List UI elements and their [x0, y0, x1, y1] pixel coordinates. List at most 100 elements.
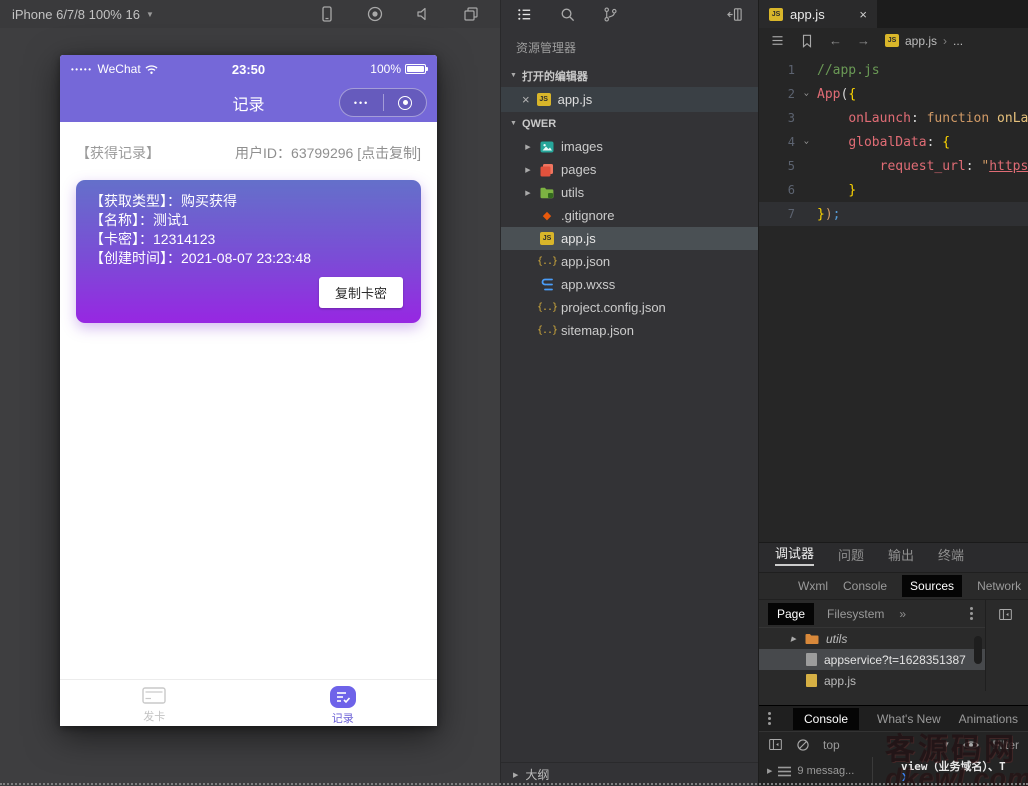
tree-item-images[interactable]: ▶ images	[501, 135, 758, 158]
tree-item-gitignore[interactable]: ◆ .gitignore	[501, 204, 758, 227]
forward-icon[interactable]: →	[857, 33, 870, 48]
tab-console[interactable]: Console	[843, 579, 887, 593]
tree-item-utils[interactable]: ▶ utils	[501, 181, 758, 204]
card-icon	[141, 686, 167, 706]
tab-records-label: 记录	[332, 710, 354, 726]
close-tab-icon[interactable]: ×	[859, 7, 867, 22]
json-file-icon: {..}	[537, 302, 557, 313]
capsule-divider	[383, 94, 384, 111]
tab-animations[interactable]: Animations	[959, 712, 1018, 726]
more-menu-button[interactable]: •••	[354, 98, 369, 108]
sources-tree-label: app.js	[824, 674, 856, 688]
sources-tree-label: utils	[826, 632, 847, 646]
tree-item-app-json[interactable]: {..} app.json	[501, 250, 758, 273]
collapse-sidebar-icon[interactable]	[726, 6, 743, 23]
file-icon	[806, 653, 817, 666]
file-icon	[806, 674, 817, 687]
editor-tabbar: JS app.js ×	[759, 0, 1028, 28]
tab-wxml[interactable]: Wxml	[798, 579, 828, 593]
fold-icon[interactable]: ›	[795, 89, 817, 100]
fold-icon[interactable]: ›	[795, 137, 817, 148]
outline-icon[interactable]	[770, 33, 785, 48]
tab-records[interactable]: 记录	[249, 680, 438, 726]
tab-problems[interactable]: 问题	[838, 545, 864, 566]
tree-item-sitemap[interactable]: {..} sitemap.json	[501, 319, 758, 342]
js-file-icon: JS	[885, 34, 899, 47]
tab-output[interactable]: 输出	[888, 545, 914, 566]
wxss-file-icon	[540, 278, 554, 292]
tab-sources[interactable]: Sources	[902, 575, 962, 597]
console-message-group[interactable]: ▶ 9 messag...	[759, 757, 873, 785]
sources-tree-utils[interactable]: ▶ utils	[759, 628, 986, 649]
open-editors-section[interactable]: ▼ 打开的编辑器	[501, 64, 758, 87]
outline-label: 大纲	[525, 766, 549, 783]
sources-editor-pane	[985, 600, 1028, 691]
eye-icon[interactable]	[963, 739, 979, 751]
simulator-toolbar: iPhone 6/7/8 100% 16 ▼	[0, 0, 500, 28]
chevron-down-icon: ▼	[146, 10, 154, 19]
tab-terminal[interactable]: 终端	[938, 545, 964, 566]
nav-bar: 记录 •••	[60, 83, 437, 122]
multi-window-icon[interactable]	[462, 5, 480, 23]
tab-network[interactable]: Network	[977, 579, 1021, 593]
more-options-icon[interactable]	[970, 607, 977, 620]
file-list-icon[interactable]	[516, 6, 533, 23]
scrollbar-thumb[interactable]	[974, 636, 982, 664]
sources-tree-app-js[interactable]: app.js	[759, 670, 986, 691]
records-icon	[330, 686, 356, 708]
code-editor[interactable]: 1 //app.js 2› App({ 3 onLaunch: function…	[759, 53, 1028, 542]
tree-item-app-wxss[interactable]: app.wxss	[501, 273, 758, 296]
tab-whats-new[interactable]: What's New	[877, 712, 941, 726]
chevron-down-icon[interactable]: ▼	[942, 740, 950, 749]
line-number: 1	[759, 63, 795, 77]
context-selector[interactable]: top	[823, 738, 840, 752]
search-icon[interactable]	[559, 6, 576, 23]
sound-icon[interactable]	[414, 5, 432, 23]
tab-page[interactable]: Page	[768, 603, 814, 625]
tree-item-label: .gitignore	[561, 208, 614, 223]
phone-mode-icon[interactable]	[318, 5, 336, 23]
exit-button[interactable]	[398, 96, 412, 110]
git-file-icon: ◆	[543, 209, 551, 222]
breadcrumb-file: app.js	[905, 34, 937, 48]
show-navigator-icon[interactable]	[998, 607, 1013, 622]
record-icon[interactable]	[366, 5, 384, 23]
git-branch-icon[interactable]	[602, 6, 619, 23]
tab-issue-card[interactable]: 发卡	[60, 680, 249, 726]
tree-item-project-config[interactable]: {..} project.config.json	[501, 296, 758, 319]
filter-label[interactable]: Filter	[992, 738, 1019, 752]
editor-tab-app-js[interactable]: JS app.js ×	[759, 0, 877, 28]
bookmark-icon[interactable]	[800, 34, 814, 48]
code-line: 2› App({	[759, 82, 1028, 106]
tree-item-label: utils	[561, 185, 584, 200]
close-icon[interactable]: ×	[522, 92, 530, 107]
console-sidebar-icon[interactable]	[768, 737, 783, 752]
tab-console-drawer[interactable]: Console	[793, 708, 859, 730]
tree-item-pages[interactable]: ▶ pages	[501, 158, 758, 181]
device-selector[interactable]: iPhone 6/7/8 100% 16 ▼	[12, 7, 154, 22]
json-file-icon: {..}	[537, 325, 557, 336]
clear-console-icon[interactable]	[796, 738, 810, 752]
tree-item-app-js[interactable]: JS app.js	[501, 227, 758, 250]
chevron-right-icon: ▶	[767, 767, 772, 775]
tree-item-label: sitemap.json	[561, 323, 634, 338]
console-output[interactable]: view（业务域名）、T ❯	[873, 757, 1028, 785]
breadcrumb-bar: ← → JS app.js › ...	[759, 28, 1028, 53]
more-tabs-icon[interactable]: »	[899, 607, 906, 621]
code-line: 6 }	[759, 178, 1028, 202]
sources-tree-label: appservice?t=1628351387	[824, 653, 966, 667]
tab-filesystem[interactable]: Filesystem	[827, 607, 884, 621]
console-prompt[interactable]: ❯	[901, 770, 908, 783]
line-number: 7	[759, 207, 795, 221]
open-editor-app-js[interactable]: × JS app.js	[501, 87, 758, 112]
project-section[interactable]: ▼ QWER	[501, 112, 758, 135]
tab-debugger[interactable]: 调试器	[775, 543, 814, 566]
explorer-toolbar	[501, 0, 758, 28]
drawer-menu-icon[interactable]	[768, 712, 775, 725]
copy-key-button[interactable]: 复制卡密	[319, 277, 403, 308]
sources-tree-appservice[interactable]: appservice?t=1628351387	[759, 649, 986, 670]
user-id-copy[interactable]: 用户ID：63799296 [点击复制]	[235, 143, 421, 163]
back-icon[interactable]: ←	[829, 33, 842, 48]
chevron-right-icon: ▶	[523, 189, 533, 197]
breadcrumb[interactable]: JS app.js › ...	[885, 34, 963, 48]
